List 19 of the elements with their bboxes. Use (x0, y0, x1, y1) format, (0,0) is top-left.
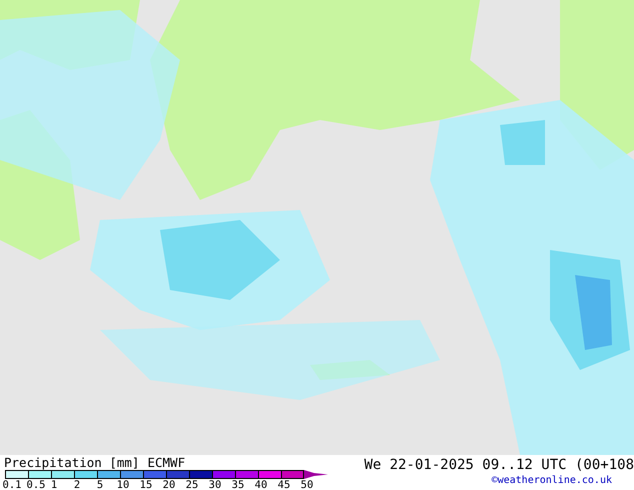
legend-label: 35 (232, 479, 244, 490)
legend-label: 0.1 (2, 479, 22, 490)
legend-label: 0.5 (26, 479, 46, 490)
legend-label: 45 (278, 479, 290, 490)
legend-title: Precipitation [mm] (4, 455, 140, 470)
legend-label: 15 (140, 479, 152, 490)
legend-label: 1 (50, 479, 58, 490)
legend-label: 50 (300, 479, 314, 490)
legend-label: 5 (96, 479, 104, 490)
legend-label: 20 (162, 479, 176, 490)
legend-label: 30 (208, 479, 222, 490)
legend-arrow-icon (304, 470, 328, 479)
credit-link[interactable]: ©weatheronline.co.uk (492, 475, 612, 487)
legend-label: 2 (74, 479, 80, 490)
legend-label: 25 (186, 479, 198, 490)
legend-label: 40 (254, 479, 268, 490)
valid-time: We 22-01-2025 09..12 UTC (00+108 (364, 456, 634, 473)
legend-label: 10 (116, 479, 130, 490)
model-name: ECMWF (147, 455, 186, 470)
